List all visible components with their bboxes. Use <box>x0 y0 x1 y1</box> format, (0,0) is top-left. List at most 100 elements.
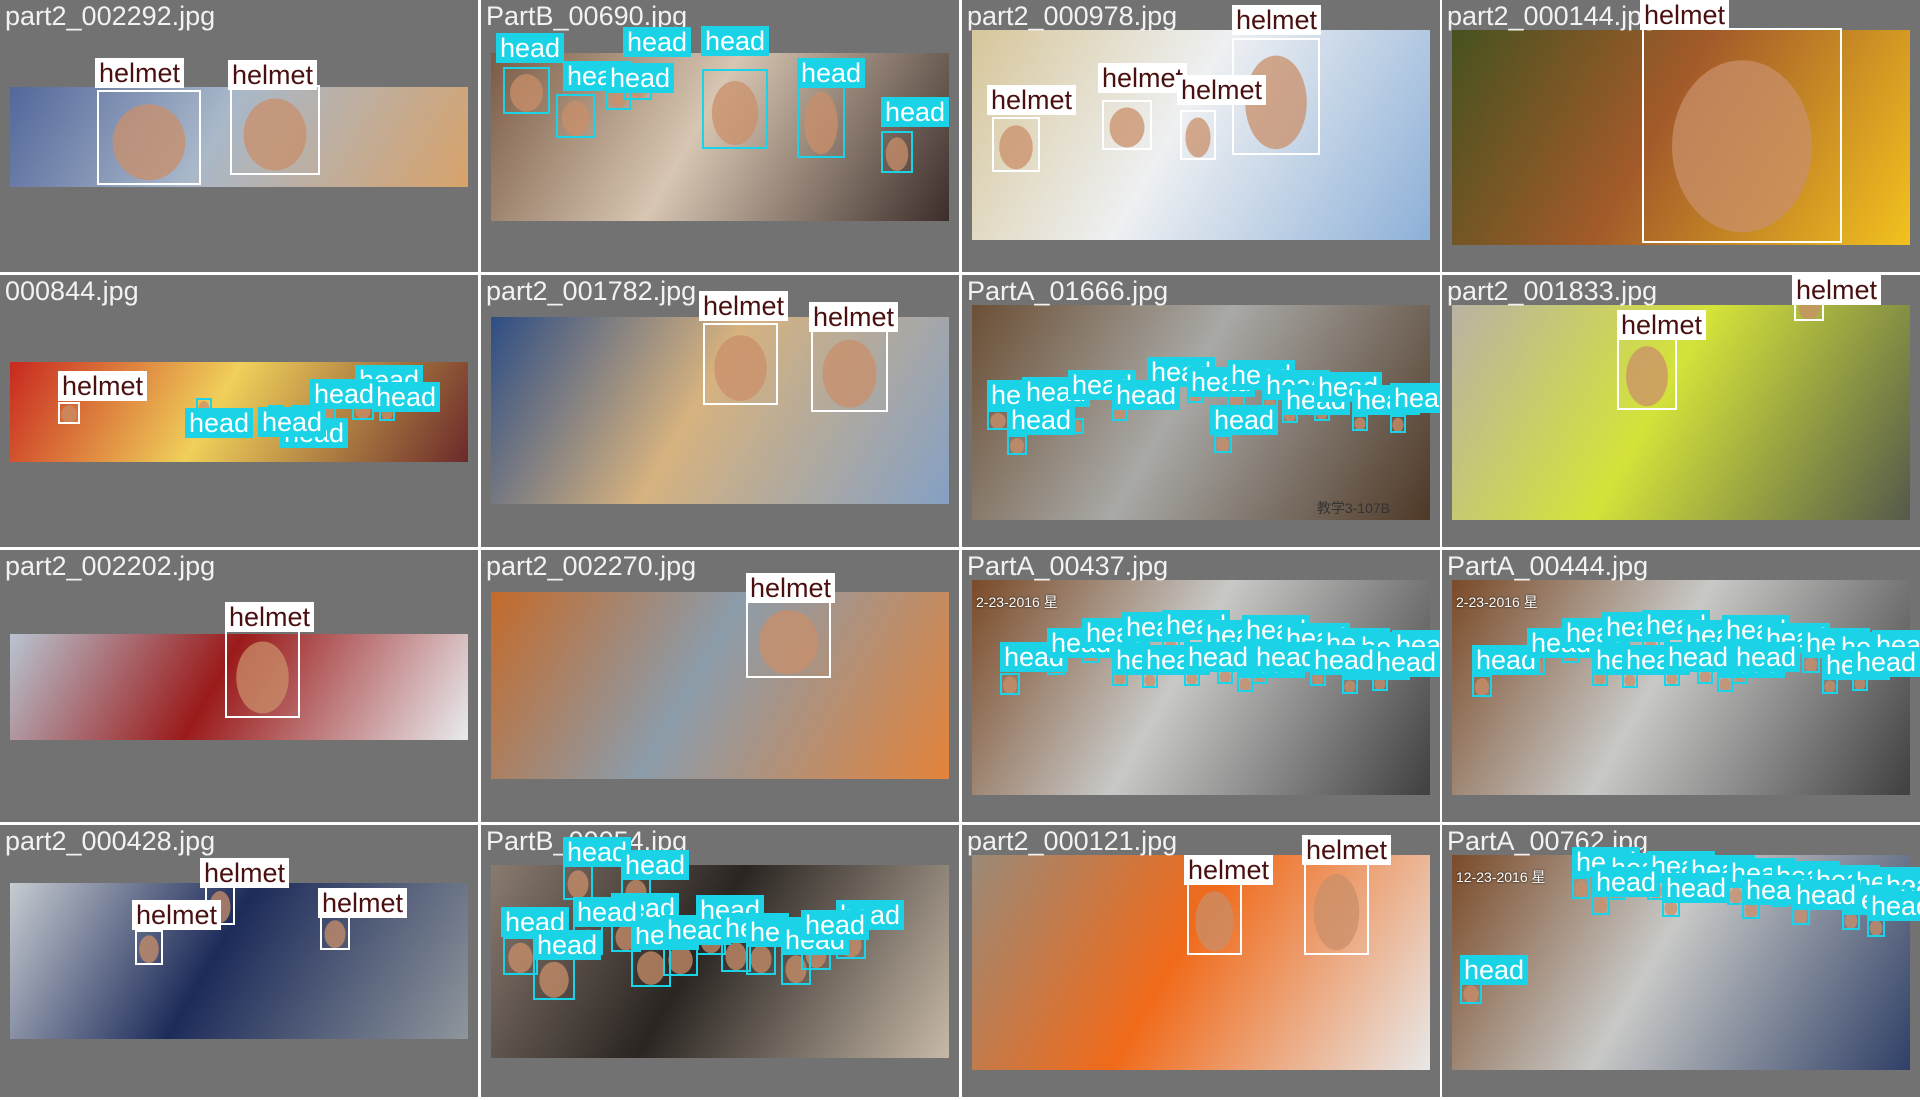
detection-tile[interactable]: PartB_00054.jpgheadheadheadheadheadheadh… <box>481 825 959 1097</box>
head-bounding-box <box>503 67 550 114</box>
detection-tile[interactable]: part2_000144.jpg helmet <box>1442 0 1920 272</box>
head-label: head <box>1867 891 1920 921</box>
photo-overlay-caption: 2-23-2016 星 <box>1456 594 1538 610</box>
head-label: head <box>1007 405 1076 435</box>
head-bounding-box <box>1352 415 1368 431</box>
head-label: head <box>185 408 254 438</box>
head-bounding-box <box>1007 435 1027 455</box>
photo-overlay-caption: 教学3-107B <box>1316 500 1390 516</box>
helmet-bounding-box <box>320 915 350 950</box>
head-bounding-box <box>987 410 1009 430</box>
head-label: head <box>1184 642 1253 672</box>
head-label: head <box>797 58 866 88</box>
helmet-bounding-box <box>703 323 778 405</box>
detection-tile[interactable]: 2-23-2016 星 PartA_00437.jpg head head head he… <box>962 550 1440 822</box>
head-label: head <box>496 33 565 63</box>
detection-tile[interactable]: part2_000428.jpg helmet helmet helmet <box>0 825 478 1097</box>
head-bounding-box <box>1717 676 1733 692</box>
helmet-label: helmet <box>1640 0 1730 30</box>
head-bounding-box <box>1472 675 1492 697</box>
helmet-bounding-box <box>97 90 201 185</box>
head-bounding-box <box>702 69 768 149</box>
helmet-label: helmet <box>987 85 1077 115</box>
head-label: head <box>372 382 441 412</box>
helmet-label: helmet <box>1792 275 1882 305</box>
tile-filename: part2_002292.jpg <box>5 1 216 31</box>
helmet-bounding-box <box>746 598 831 678</box>
scene-illustration <box>758 610 819 674</box>
photo-overlay-caption: 2-23-2016 星 <box>976 594 1058 610</box>
tile-filename: 000844.jpg <box>5 276 139 306</box>
helmet-label: helmet <box>95 58 185 88</box>
helmet-bounding-box <box>1304 860 1369 955</box>
tile-photo <box>491 592 949 779</box>
detection-tile[interactable]: part2_001782.jpg helmet helmet <box>481 275 959 547</box>
head-label: head <box>1664 642 1733 672</box>
head-bounding-box <box>881 131 913 173</box>
detection-tile[interactable]: part2_001833.jpg helmet helmet <box>1442 275 1920 547</box>
detection-tile[interactable]: 12-23-2016 星 PartA_00762.jpg head head head h… <box>1442 825 1920 1097</box>
head-bounding-box <box>1214 435 1232 453</box>
head-label: head <box>533 930 602 960</box>
head-label: head <box>1460 955 1529 985</box>
helmet-bounding-box <box>1187 880 1242 955</box>
helmet-label: helmet <box>1232 5 1322 35</box>
helmet-label: helmet <box>228 60 318 90</box>
tile-filename: part2_000978.jpg <box>967 1 1178 31</box>
helmet-label: helmet <box>318 888 408 918</box>
tile-filename: part2_001833.jpg <box>1447 276 1658 306</box>
helmet-label: helmet <box>200 858 290 888</box>
head-bounding-box <box>563 865 593 900</box>
head-label: head <box>310 379 379 409</box>
tile-filename: part2_002270.jpg <box>486 551 697 581</box>
head-bounding-box <box>556 94 595 138</box>
detection-tile[interactable]: part2_002202.jpg helmet <box>0 550 478 822</box>
head-label: head <box>1310 645 1379 675</box>
helmet-label: helmet <box>699 291 789 321</box>
head-bounding-box <box>1237 676 1253 692</box>
head-bounding-box <box>1822 678 1838 694</box>
helmet-label: helmet <box>1098 63 1188 93</box>
photo-overlay-caption: 12-23-2016 星 <box>1456 869 1546 885</box>
head-label: head <box>621 850 690 880</box>
tile-filename: part2_000144.jpg <box>1447 1 1658 31</box>
helmet-label: helmet <box>58 371 148 401</box>
head-bounding-box <box>1572 877 1590 899</box>
helmet-bounding-box <box>1617 335 1677 410</box>
helmet-label: helmet <box>746 573 836 603</box>
detection-tile[interactable]: part2_002292.jpghelmet helmet <box>0 0 478 272</box>
helmet-bounding-box <box>811 327 888 412</box>
head-label: head <box>258 407 327 437</box>
head-label: head <box>1852 647 1920 677</box>
helmet-label: helmet <box>1617 310 1707 340</box>
head-bounding-box <box>533 955 575 1000</box>
detection-tile[interactable]: part2_000121.jpg helmet helmet <box>962 825 1440 1097</box>
detection-tile[interactable]: 000844.jpghelmetheadheadheadheadheadhead <box>0 275 478 547</box>
head-label: head <box>701 26 770 56</box>
tile-filename: PartA_01666.jpg <box>967 276 1169 306</box>
detection-tile[interactable]: part2_000978.jpg helmet helmet helmet helmet <box>962 0 1440 272</box>
helmet-label: helmet <box>1184 855 1274 885</box>
detection-tile[interactable]: part2_002270.jpghelmet <box>481 550 959 822</box>
head-label: head <box>1390 383 1440 413</box>
head-label: head <box>1662 873 1731 903</box>
detection-tile[interactable]: 2-23-2016 星 PartA_00444.jpg head head head he… <box>1442 550 1920 822</box>
head-label: head <box>573 897 642 927</box>
detection-tile[interactable]: PartB_00690.jpg head head head head head head h… <box>481 0 959 272</box>
head-label: head <box>801 910 870 940</box>
head-label: head <box>623 27 692 57</box>
helmet-label: helmet <box>132 900 222 930</box>
helmet-bounding-box <box>1102 100 1152 150</box>
head-bounding-box <box>1460 982 1482 1004</box>
detection-tile[interactable]: 教学3-107B PartA_01666.jpg head head head head h… <box>962 275 1440 547</box>
helmet-bounding-box <box>992 117 1040 172</box>
head-bounding-box <box>1342 678 1358 694</box>
helmet-label: helmet <box>1302 835 1392 865</box>
tile-filename: part2_002202.jpg <box>5 551 216 581</box>
helmet-label: helmet <box>1177 75 1267 105</box>
head-label: head <box>881 97 950 127</box>
helmet-bounding-box <box>225 628 300 718</box>
head-label: head <box>1592 867 1661 897</box>
head-bounding-box <box>1000 673 1020 695</box>
head-bounding-box <box>797 80 845 158</box>
